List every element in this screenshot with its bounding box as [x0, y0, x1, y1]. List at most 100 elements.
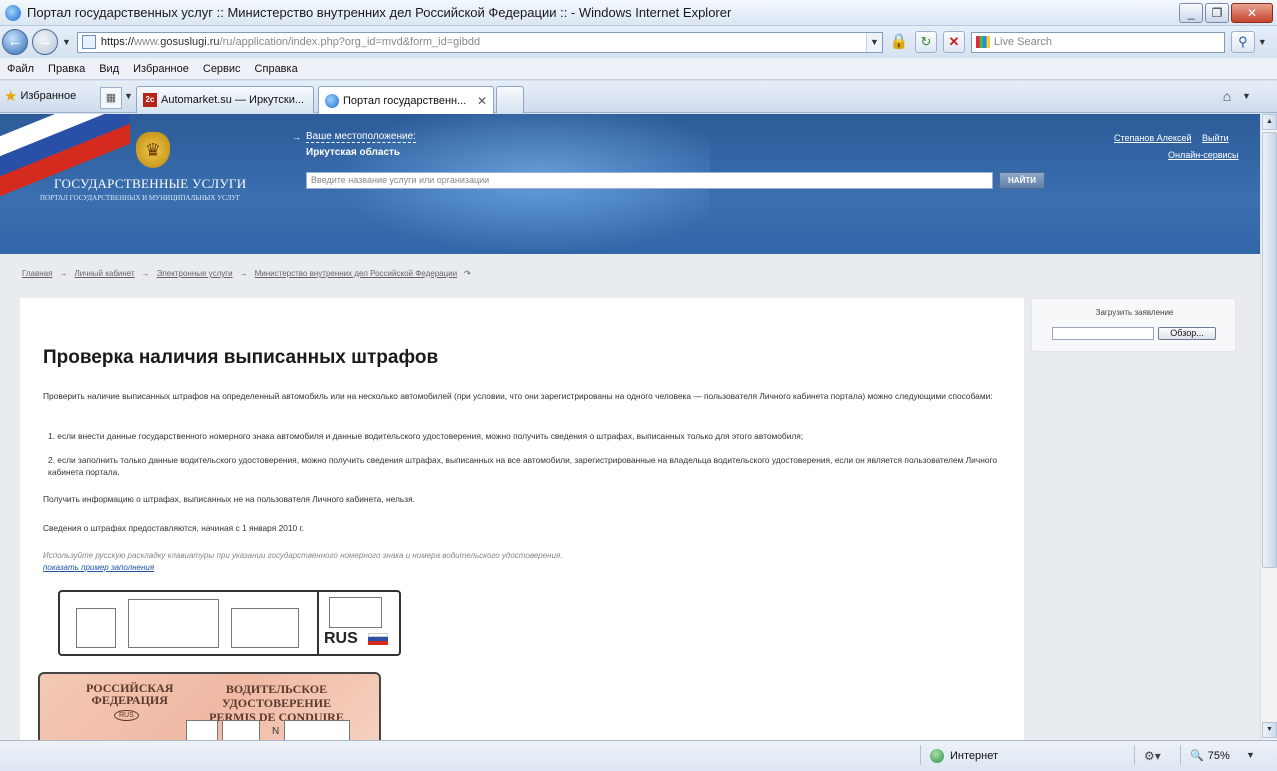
back-button[interactable]: ←	[2, 29, 28, 55]
minimize-button[interactable]: _	[1179, 2, 1203, 23]
status-divider	[920, 745, 921, 765]
windows-logo-icon	[975, 36, 990, 48]
user-name-link[interactable]: Степанов Алексей	[1114, 133, 1192, 143]
site-search-button[interactable]: НАЙТИ	[999, 172, 1045, 189]
intro-text: Проверить наличие выписанных штрафов на …	[43, 391, 993, 401]
breadcrumb-arrow-icon: →	[141, 269, 150, 278]
menu-bar: Файл Правка Вид Избранное Сервис Справка	[0, 58, 1277, 80]
url-scheme: https://	[100, 36, 134, 48]
breadcrumb-ministry[interactable]: Министерство внутренних дел Российской Ф…	[255, 269, 457, 278]
menu-tools[interactable]: Сервис	[196, 63, 248, 75]
vertical-scrollbar[interactable]: ▲ ▼	[1260, 114, 1277, 740]
russian-flag-graphic	[0, 114, 130, 224]
license-country-text: РОССИЙСКАЯ ФЕДЕРАЦИЯ	[86, 682, 173, 706]
url-path: /ru/application/index.php?org_id=mvd&for…	[219, 36, 481, 48]
browser-window: Портал государственных услуг :: Министер…	[0, 0, 1277, 771]
list-item: 2. если заполнить только данные водитель…	[48, 455, 998, 477]
tab-list-dropdown-icon[interactable]: ▼	[124, 91, 133, 101]
license-country-label: РОССИЙСКАЯ ФЕДЕРАЦИЯ	[86, 681, 174, 707]
license-number-input[interactable]	[284, 720, 350, 740]
favorites-label: Избранное	[20, 90, 77, 102]
online-services-link[interactable]: Онлайн-сервисы	[1168, 150, 1239, 160]
license-series2-input[interactable]	[222, 720, 260, 740]
menu-view[interactable]: Вид	[92, 63, 126, 75]
ie-page-favicon-icon	[325, 93, 339, 108]
menu-file[interactable]: Файл	[0, 63, 41, 75]
scroll-thumb[interactable]	[1262, 132, 1277, 568]
status-bar: Интернет ⚙▾ 🔍 75% ▼	[0, 740, 1277, 771]
url-field[interactable]: https://www. gosuslugi.ru/ru/application/…	[76, 31, 883, 53]
quick-tabs-button[interactable]: ▦	[100, 87, 122, 109]
show-sample-link[interactable]: показать пример заполнения	[43, 563, 154, 572]
zoom-dropdown-icon[interactable]: ▼	[1246, 750, 1255, 760]
window-title: Портал государственных услуг :: Министер…	[27, 5, 732, 20]
menu-edit[interactable]: Правка	[41, 63, 92, 75]
breadcrumb-arrow-icon: →	[239, 269, 248, 278]
scroll-down-icon[interactable]: ▼	[1262, 722, 1277, 738]
zoom-icon: 🔍	[1190, 750, 1204, 762]
lock-icon[interactable]: 🔒	[889, 32, 909, 52]
breadcrumb-services[interactable]: Электронные услуги	[157, 269, 233, 278]
plate-letter-input[interactable]	[76, 608, 116, 648]
plate-series-input[interactable]	[231, 608, 299, 648]
status-divider	[1134, 745, 1135, 765]
security-zone[interactable]: Интернет	[930, 749, 998, 763]
brand-title[interactable]: ГОСУДАРСТВЕННЫЕ УСЛУГИ	[54, 176, 246, 192]
breadcrumb-arrow-icon: →	[59, 269, 68, 278]
page-title: Проверка наличия выписанных штрафов	[43, 347, 439, 368]
ie-logo-icon	[5, 4, 21, 21]
location-label[interactable]: Ваше местоположение:	[306, 131, 416, 143]
close-button[interactable]: ✕	[1231, 2, 1273, 23]
live-search-input[interactable]: Live Search	[970, 31, 1225, 53]
tab-automarket[interactable]: 2c Automarket.su — Иркутски...	[136, 86, 314, 113]
home-icon[interactable]: ⌂	[1218, 88, 1236, 106]
status-divider	[1180, 745, 1181, 765]
license-title-label: ВОДИТЕЛЬСКОЕ УДОСТОВЕРЕНИЕ PERMIS DE CON…	[209, 682, 344, 724]
note-text: Получить информацию о штрафах, выписанны…	[43, 494, 415, 504]
stop-button[interactable]: ✕	[942, 31, 965, 53]
license-plate-form: RUS	[58, 590, 401, 656]
favorites-button[interactable]: ★ Избранное	[4, 87, 76, 105]
menu-favorites[interactable]: Избранное	[126, 63, 196, 75]
plate-flag-icon	[368, 633, 388, 645]
license-title-text: ВОДИТЕЛЬСКОЕ УДОСТОВЕРЕНИЕ PERMIS DE CON…	[174, 682, 379, 724]
star-icon: ★	[4, 88, 18, 105]
browse-button[interactable]: Обзор...	[1158, 327, 1216, 340]
search-options-dropdown-icon[interactable]: ▼	[1258, 37, 1267, 47]
logout-link[interactable]: Выйти	[1202, 133, 1229, 143]
menu-help[interactable]: Справка	[248, 63, 305, 75]
scroll-up-icon[interactable]: ▲	[1262, 114, 1277, 130]
license-series-input[interactable]	[186, 720, 218, 740]
live-search-placeholder: Live Search	[993, 36, 1053, 48]
forward-button[interactable]: →	[32, 29, 58, 55]
breadcrumb-cabinet[interactable]: Личный кабинет	[74, 269, 134, 278]
plate-country-code: RUS	[324, 630, 358, 647]
site-header: ♛ ГОСУДАРСТВЕННЫЕ УСЛУГИ ПОРТАЛ ГОСУДАРС…	[0, 114, 1260, 254]
list-item: 1. если внести данные государственного н…	[48, 431, 804, 441]
refresh-button[interactable]: ↻	[914, 31, 937, 53]
close-tab-icon[interactable]: ✕	[477, 94, 487, 108]
home-dropdown-icon[interactable]: ▼	[1242, 91, 1251, 101]
new-tab-button[interactable]	[496, 86, 524, 113]
breadcrumb-end-arrow-icon: ↷	[464, 269, 471, 278]
address-bar: ← → ▼ https://www. gosuslugi.ru/ru/applic…	[0, 26, 1277, 58]
tab-bar: ★ Избранное ▦ ▼ 2c Automarket.su — Иркут…	[0, 81, 1277, 114]
restore-button[interactable]: ❐	[1205, 2, 1229, 23]
file-path-input[interactable]	[1052, 327, 1154, 340]
plate-region-input[interactable]	[329, 597, 382, 628]
history-dropdown-icon[interactable]: ▼	[62, 37, 71, 47]
location-arrow-icon: →	[292, 132, 301, 142]
zone-label: Интернет	[950, 750, 998, 762]
breadcrumb-home[interactable]: Главная	[22, 269, 52, 278]
title-bar: Портал государственных услуг :: Министер…	[0, 0, 1277, 26]
page-icon	[81, 35, 96, 49]
site-search-input[interactable]: Введите название услуги или организации	[306, 172, 993, 189]
url-dropdown-icon[interactable]: ▼	[865, 32, 882, 52]
note-text: Сведения о штрафах предоставляются, начи…	[43, 523, 304, 533]
zoom-control[interactable]: 🔍 75%	[1190, 749, 1230, 763]
search-button[interactable]: ⚲	[1230, 31, 1255, 53]
plate-number-input[interactable]	[128, 599, 219, 648]
protected-mode-icon[interactable]: ⚙▾	[1144, 749, 1161, 763]
automarket-favicon-icon: 2c	[143, 93, 157, 107]
tab-gosuslugi[interactable]: Портал государственн... ✕	[318, 86, 494, 114]
